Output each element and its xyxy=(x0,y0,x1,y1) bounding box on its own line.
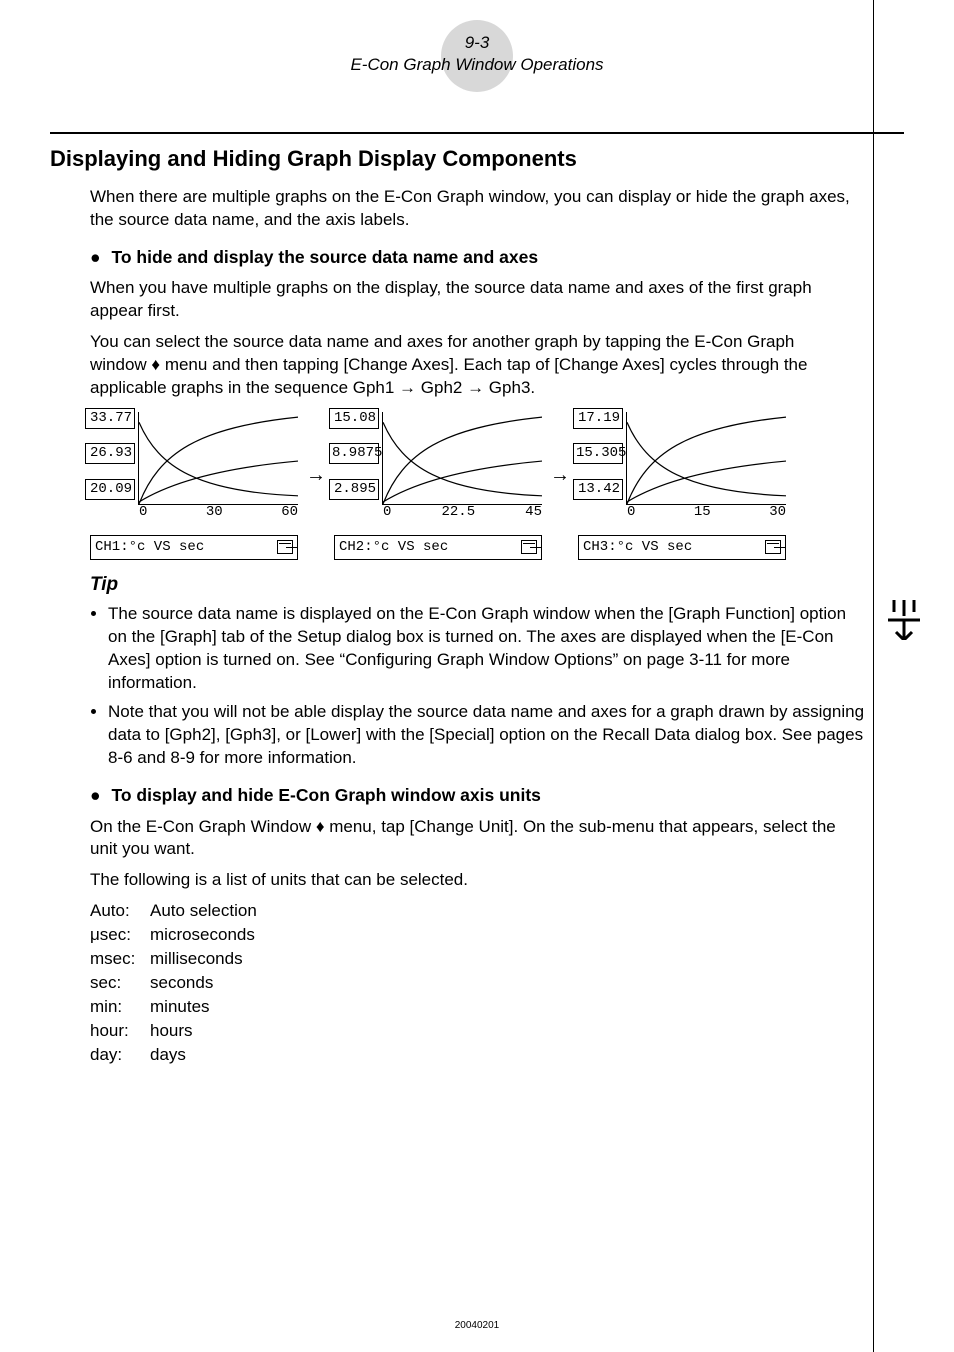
x-tick: 0 xyxy=(627,503,635,522)
unit-row: Auto:Auto selection xyxy=(90,900,263,924)
unit-value: seconds xyxy=(150,972,263,996)
x-tick: 30 xyxy=(206,503,223,522)
graph-plot-2: 15.08 8.9875 2.895 0 22.5 45 xyxy=(382,412,542,505)
crop-mark-icon xyxy=(884,600,924,640)
subsection-2-heading: ● To display and hide E-Con Graph window… xyxy=(90,784,904,808)
graph-panel-3: 17.19 15.305 13.42 0 15 30 CH3:°c VS sec xyxy=(578,412,786,560)
unit-key: sec: xyxy=(90,972,150,996)
bullet-icon: ● xyxy=(90,785,101,805)
y-tick: 15.08 xyxy=(329,408,379,429)
graph-panel-1: 33.77 26.93 20.09 0 30 60 CH1:°c VS sec xyxy=(90,412,298,560)
x-tick: 30 xyxy=(769,503,786,522)
tip-heading: Tip xyxy=(90,572,904,598)
graph-sequence-row: 33.77 26.93 20.09 0 30 60 CH1:°c VS sec xyxy=(90,412,904,560)
unit-key: day: xyxy=(90,1044,150,1068)
x-tick: 60 xyxy=(281,503,298,522)
arrow-right-icon: → xyxy=(548,462,572,509)
x-tick: 15 xyxy=(694,503,711,522)
x-tick: 0 xyxy=(383,503,391,522)
y-tick: 33.77 xyxy=(85,408,135,429)
unit-row: μsec:microseconds xyxy=(90,924,263,948)
unit-key: Auto: xyxy=(90,900,150,924)
footer-code: 20040201 xyxy=(0,1319,954,1333)
sub2-para2: The following is a list of units that ca… xyxy=(90,869,850,892)
tip-item: Note that you will not be able display t… xyxy=(108,701,868,770)
page-header: 9-3 E-Con Graph Window Operations xyxy=(50,20,904,77)
unit-value: microseconds xyxy=(150,924,263,948)
window-split-icon xyxy=(765,540,781,554)
unit-key: μsec: xyxy=(90,924,150,948)
unit-value: milliseconds xyxy=(150,948,263,972)
unit-key: msec: xyxy=(90,948,150,972)
y-tick: 2.895 xyxy=(329,479,379,500)
section-title: Displaying and Hiding Graph Display Comp… xyxy=(50,144,904,174)
subsection-1-title: To hide and display the source data name… xyxy=(111,247,538,267)
tip-item: The source data name is displayed on the… xyxy=(108,603,868,695)
graph-panel-2: 15.08 8.9875 2.895 0 22.5 45 CH2:°c VS s… xyxy=(334,412,542,560)
y-tick: 17.19 xyxy=(573,408,623,429)
bullet-icon: ● xyxy=(90,247,101,267)
graph2-x-ticks: 0 22.5 45 xyxy=(383,503,542,522)
unit-row: day:days xyxy=(90,1044,263,1068)
unit-value: days xyxy=(150,1044,263,1068)
page-number: 9-3 xyxy=(50,32,904,55)
tip-list: The source data name is displayed on the… xyxy=(90,603,868,770)
graph2-status-text: CH2:°c VS sec xyxy=(339,538,448,557)
unit-value: Auto selection xyxy=(150,900,263,924)
window-split-icon xyxy=(521,540,537,554)
sub2-para1: On the E-Con Graph Window ♦ menu, tap [C… xyxy=(90,816,850,862)
subsection-2-title: To display and hide E-Con Graph window a… xyxy=(111,785,540,805)
graph1-x-ticks: 0 30 60 xyxy=(139,503,298,522)
graph3-x-ticks: 0 15 30 xyxy=(627,503,786,522)
y-tick: 20.09 xyxy=(85,479,135,500)
unit-key: hour: xyxy=(90,1020,150,1044)
unit-row: hour:hours xyxy=(90,1020,263,1044)
sub1-para1: When you have multiple graphs on the dis… xyxy=(90,277,850,323)
units-table: Auto:Auto selection μsec:microseconds ms… xyxy=(90,900,263,1068)
y-tick: 26.93 xyxy=(85,443,135,464)
graph1-curves xyxy=(139,412,298,504)
subsection-1-heading: ● To hide and display the source data na… xyxy=(90,246,904,270)
unit-row: msec:milliseconds xyxy=(90,948,263,972)
unit-value: minutes xyxy=(150,996,263,1020)
intro-paragraph: When there are multiple graphs on the E-… xyxy=(90,186,850,232)
graph1-y-ticks: 33.77 26.93 20.09 xyxy=(85,408,135,500)
x-tick: 45 xyxy=(525,503,542,522)
graph3-y-ticks: 17.19 15.305 13.42 xyxy=(573,408,623,500)
graph1-status-text: CH1:°c VS sec xyxy=(95,538,204,557)
window-split-icon xyxy=(277,540,293,554)
page: 9-3 E-Con Graph Window Operations Displa… xyxy=(0,0,954,1352)
graph3-status-bar: CH3:°c VS sec xyxy=(578,535,786,560)
graph2-curves xyxy=(383,412,542,504)
page-subtitle: E-Con Graph Window Operations xyxy=(50,54,904,77)
graph3-curves xyxy=(627,412,786,504)
sub1-para2: You can select the source data name and … xyxy=(90,331,850,400)
graph-plot-3: 17.19 15.305 13.42 0 15 30 xyxy=(626,412,786,505)
y-tick: 8.9875 xyxy=(329,443,379,464)
x-tick: 0 xyxy=(139,503,147,522)
graph-plot-1: 33.77 26.93 20.09 0 30 60 xyxy=(138,412,298,505)
section-rule xyxy=(50,132,904,134)
unit-key: min: xyxy=(90,996,150,1020)
unit-row: sec:seconds xyxy=(90,972,263,996)
graph2-status-bar: CH2:°c VS sec xyxy=(334,535,542,560)
unit-row: min:minutes xyxy=(90,996,263,1020)
unit-value: hours xyxy=(150,1020,263,1044)
y-tick: 13.42 xyxy=(573,479,623,500)
x-tick: 22.5 xyxy=(441,503,475,522)
page-right-rule xyxy=(873,0,875,1352)
y-tick: 15.305 xyxy=(573,443,623,464)
graph1-status-bar: CH1:°c VS sec xyxy=(90,535,298,560)
graph3-status-text: CH3:°c VS sec xyxy=(583,538,692,557)
arrow-right-icon: → xyxy=(304,462,328,509)
graph2-y-ticks: 15.08 8.9875 2.895 xyxy=(329,408,379,500)
